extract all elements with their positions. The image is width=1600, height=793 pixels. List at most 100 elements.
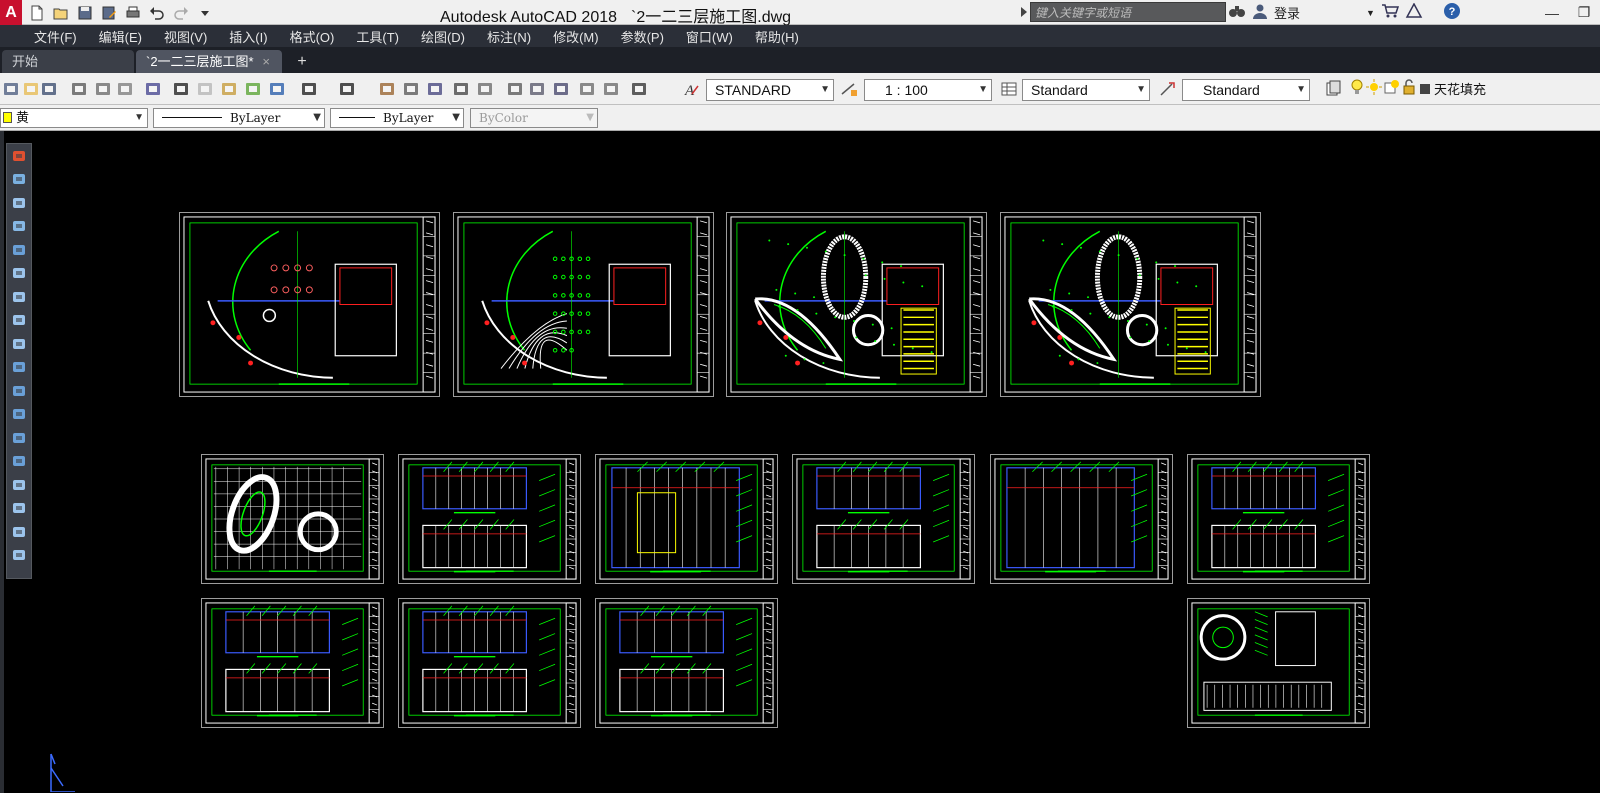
save-icon[interactable]: [74, 3, 96, 23]
menu-tools[interactable]: 工具(T): [356, 27, 399, 46]
open-icon[interactable]: [50, 3, 72, 23]
zoom-realtime-icon[interactable]: [402, 80, 420, 98]
text-style-icon[interactable]: A: [682, 80, 700, 98]
layer-on-icon[interactable]: [1350, 79, 1364, 98]
lineweight-control-select[interactable]: ByLayer ▼: [330, 108, 464, 128]
menu-modify[interactable]: 修改(M): [553, 27, 599, 46]
menu-window[interactable]: 窗口(W): [686, 27, 733, 46]
drawing-sheet[interactable]: [453, 212, 714, 397]
menu-parametric[interactable]: 参数(P): [621, 27, 664, 46]
move-icon[interactable]: [7, 262, 31, 286]
multileader-style-icon[interactable]: [1158, 80, 1176, 98]
minimize-icon[interactable]: —: [1536, 0, 1568, 25]
new-tab-button[interactable]: +: [292, 53, 312, 71]
match-properties-icon[interactable]: [244, 80, 262, 98]
drawing-sheet[interactable]: [179, 212, 440, 397]
layer-thaw-icon[interactable]: [1366, 79, 1382, 98]
menu-file[interactable]: 文件(F): [34, 27, 77, 46]
drawing-sheet[interactable]: [1000, 212, 1261, 397]
drawing-sheet[interactable]: [201, 454, 384, 584]
fillet-icon[interactable]: [7, 497, 31, 521]
open-icon[interactable]: [22, 80, 40, 98]
text-style-select[interactable]: STANDARD ▼: [706, 79, 834, 101]
paste-icon[interactable]: [220, 80, 238, 98]
zoom-previous-icon[interactable]: [452, 80, 470, 98]
drawing-sheet[interactable]: [1187, 598, 1370, 728]
table-style-select[interactable]: Standard ▼: [1182, 79, 1310, 101]
drawing-sheet[interactable]: [595, 454, 778, 584]
drawing-sheet[interactable]: [726, 212, 987, 397]
lock-icon[interactable]: [1402, 79, 1416, 98]
redo-icon[interactable]: [170, 3, 192, 23]
redo-icon[interactable]: [338, 80, 356, 98]
properties-icon[interactable]: [476, 80, 494, 98]
drawing-sheet[interactable]: [595, 598, 778, 728]
help-icon[interactable]: [630, 80, 648, 98]
color-control-select[interactable]: 黄 ▼: [0, 108, 148, 128]
drawing-sheet[interactable]: [398, 454, 581, 584]
a360-icon[interactable]: [1405, 2, 1423, 22]
plot-preview-icon[interactable]: [94, 80, 112, 98]
layer-properties-icon[interactable]: [1324, 80, 1342, 98]
layer-viewport-icon[interactable]: [1384, 79, 1400, 98]
save-icon[interactable]: [40, 80, 58, 98]
binoculars-icon[interactable]: [1228, 3, 1246, 22]
help-icon[interactable]: ?: [1443, 2, 1461, 23]
menu-draw[interactable]: 绘图(D): [421, 27, 465, 46]
close-tab-icon[interactable]: ×: [262, 50, 270, 73]
extend-icon[interactable]: [7, 379, 31, 403]
drawing-sheet[interactable]: [1187, 454, 1370, 584]
plot-icon[interactable]: [122, 3, 144, 23]
menu-view[interactable]: 视图(V): [164, 27, 207, 46]
table-style-icon[interactable]: [1000, 80, 1018, 98]
tab-drawing[interactable]: `2一二三层施工图* ×: [136, 50, 282, 73]
erase-icon[interactable]: [7, 144, 31, 168]
layer-control[interactable]: 天花填充: [1350, 79, 1486, 98]
array-icon[interactable]: [7, 238, 31, 262]
design-center-icon[interactable]: [506, 80, 524, 98]
block-editor-icon[interactable]: [268, 80, 286, 98]
pan-icon[interactable]: [378, 80, 396, 98]
search-input[interactable]: 键入关键字或短语: [1030, 2, 1226, 22]
drawing-canvas[interactable]: [36, 131, 1600, 793]
drawing-sheet[interactable]: [990, 454, 1173, 584]
tab-start[interactable]: 开始: [2, 50, 134, 73]
undo-icon[interactable]: [300, 80, 318, 98]
trim-icon[interactable]: [7, 356, 31, 380]
user-icon[interactable]: [1252, 3, 1268, 22]
calculator-icon[interactable]: [602, 80, 620, 98]
sign-in-link[interactable]: 登录: [1274, 3, 1300, 22]
dim-scale-select[interactable]: 1 : 100 ▼: [864, 79, 992, 101]
menu-help[interactable]: 帮助(H): [755, 27, 799, 46]
plot-icon[interactable]: [70, 80, 88, 98]
cart-icon[interactable]: [1381, 3, 1399, 22]
mirror-icon[interactable]: [7, 191, 31, 215]
explode-icon[interactable]: [7, 544, 31, 568]
drawing-sheet[interactable]: [792, 454, 975, 584]
rotate-icon[interactable]: [7, 285, 31, 309]
save-as-icon[interactable]: [98, 3, 120, 23]
undo-icon[interactable]: [146, 3, 168, 23]
new-icon[interactable]: [2, 80, 20, 98]
cut-icon[interactable]: [172, 80, 190, 98]
blend-icon[interactable]: [7, 520, 31, 544]
chevron-down-icon[interactable]: ▼: [1366, 8, 1375, 18]
application-menu-button[interactable]: A: [0, 0, 22, 25]
3d-print-icon[interactable]: [144, 80, 162, 98]
customize-icon[interactable]: [194, 3, 216, 23]
drawing-sheet[interactable]: [398, 598, 581, 728]
sheet-set-icon[interactable]: [552, 80, 570, 98]
break-at-point-icon[interactable]: [7, 403, 31, 427]
zoom-window-icon[interactable]: [426, 80, 444, 98]
tool-palettes-icon[interactable]: [528, 80, 546, 98]
dim-style-select[interactable]: Standard ▼: [1022, 79, 1150, 101]
dimension-style-icon[interactable]: [840, 80, 858, 98]
markup-icon[interactable]: [578, 80, 596, 98]
copy-icon[interactable]: [196, 80, 214, 98]
menu-edit[interactable]: 编辑(E): [99, 27, 142, 46]
stretch-icon[interactable]: [7, 332, 31, 356]
menu-format[interactable]: 格式(O): [290, 27, 335, 46]
expand-search-icon[interactable]: [1020, 5, 1028, 23]
drawing-sheet[interactable]: [201, 598, 384, 728]
scale-icon[interactable]: [7, 309, 31, 333]
